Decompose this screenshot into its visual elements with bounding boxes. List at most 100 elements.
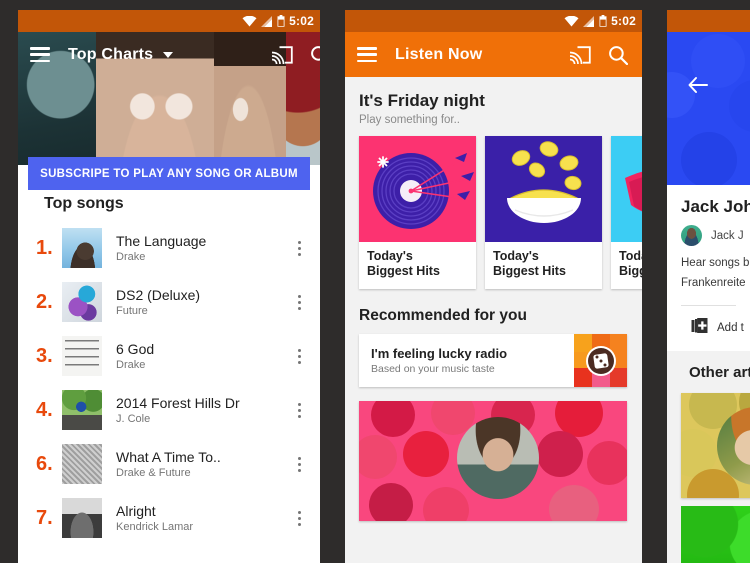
status-icons-1: 5:02: [242, 10, 314, 32]
add-to-library-icon: [691, 317, 708, 339]
featured-artist-card[interactable]: [359, 400, 627, 521]
overflow-menu-icon[interactable]: [290, 399, 308, 421]
arrow-back-icon[interactable]: [687, 74, 709, 96]
lucky-radio-subtitle: Based on your music taste: [371, 362, 495, 375]
cast-icon[interactable]: [270, 43, 294, 67]
artist-name: Jack Joh: [681, 197, 750, 216]
rank-label: 3.: [36, 344, 53, 367]
listen-now-header: It's Friday night Play something for..: [345, 77, 642, 126]
album-art: [62, 282, 102, 322]
search-icon[interactable]: [606, 43, 630, 67]
playlist-card[interactable]: Today's Biggest Hits: [485, 136, 602, 289]
rank-label: 1.: [36, 236, 53, 259]
overflow-menu-icon[interactable]: [290, 453, 308, 475]
hamburger-icon[interactable]: [30, 47, 50, 62]
clock-2: 5:02: [611, 14, 636, 28]
album-art: [62, 498, 102, 538]
album-art: [62, 228, 102, 268]
wifi-icon: [242, 15, 257, 27]
page-title: Top Charts: [68, 45, 154, 63]
song-title: 6 God: [116, 341, 155, 357]
card-label: Today's Biggest Hits: [367, 249, 440, 279]
rank-label: 2.: [36, 290, 53, 313]
vinyl-darts-artwork: [359, 136, 476, 242]
status-bar-3: [667, 10, 750, 32]
clock-1: 5:02: [289, 14, 314, 28]
subscribe-banner[interactable]: SUBSCRIPE TO PLAY ANY SONG OR ALBUM: [28, 157, 310, 190]
other-artist-card[interactable]: [681, 392, 750, 498]
playlist-card[interactable]: Today's Biggest Hits: [359, 136, 476, 289]
rank-label: 7.: [36, 506, 53, 529]
signal-icon: [583, 15, 595, 27]
other-artists-section: Other art: [667, 350, 750, 563]
song-artist: Drake & Future: [116, 467, 191, 479]
avatar: [681, 225, 702, 246]
listen-now-content: It's Friday night Play something for.. T…: [345, 77, 642, 563]
album-art: [62, 336, 102, 376]
toolbar-top-charts: Top Charts: [18, 32, 320, 77]
overflow-menu-icon[interactable]: [290, 291, 308, 313]
song-title: DS2 (Deluxe): [116, 287, 201, 303]
add-to-library-button[interactable]: Add t: [667, 306, 750, 351]
wifi-icon: [564, 15, 579, 27]
song-title: Alright: [116, 503, 156, 519]
phone-artist-detail: Jack Joh Jack J Hear songs b Frankenreit…: [667, 10, 750, 563]
playlist-card[interactable]: Today' Bigges: [611, 136, 642, 289]
table-row[interactable]: 3. 6 God Drake: [18, 329, 320, 383]
overflow-menu-icon[interactable]: [290, 507, 308, 529]
disco-ball-artwork: [611, 136, 642, 242]
artist-hero-banner: [667, 32, 750, 185]
overflow-menu-icon[interactable]: [290, 345, 308, 367]
toolbar-listen-now: Listen Now: [345, 32, 642, 77]
section-title-recommended: Recommended for you: [359, 306, 527, 324]
table-row[interactable]: 1. The Language Drake: [18, 221, 320, 275]
artist-description-line1: Hear songs b: [681, 257, 750, 269]
dice-icon: [574, 333, 627, 387]
lucky-radio-card[interactable]: I'm feeling lucky radio Based on your mu…: [359, 333, 627, 387]
headline: It's Friday night: [359, 91, 485, 110]
song-artist: Future: [116, 305, 148, 317]
overflow-menu-icon[interactable]: [290, 237, 308, 259]
table-row[interactable]: 6. What A Time To.. Drake & Future: [18, 437, 320, 491]
card-label: Today's Biggest Hits: [493, 249, 566, 279]
hamburger-icon[interactable]: [357, 47, 377, 62]
status-bar-2: 5:02: [345, 10, 642, 32]
subheadline: Play something for..: [359, 114, 460, 126]
playlist-card-row: Today's Biggest Hits Today's Biggest Hit…: [345, 126, 642, 289]
battery-icon: [277, 15, 285, 27]
status-icons-2: 5:02: [564, 10, 636, 32]
song-title: 2014 Forest Hills Dr: [116, 395, 240, 411]
song-title: The Language: [116, 233, 207, 249]
table-row[interactable]: 2. DS2 (Deluxe) Future: [18, 275, 320, 329]
song-artist: Kendrick Lamar: [116, 521, 194, 533]
artist-detail-content: Jack Joh Jack J Hear songs b Frankenreit…: [667, 185, 750, 563]
signal-icon: [261, 15, 273, 27]
card-label: Today' Bigges: [619, 249, 642, 279]
top-charts-content: SUBSCRIPE TO PLAY ANY SONG OR ALBUM Top …: [18, 157, 320, 563]
artist-description-line2: Frankenreite: [681, 276, 746, 289]
album-art: [62, 390, 102, 430]
search-icon[interactable]: [308, 43, 320, 67]
song-title: What A Time To..: [116, 449, 221, 465]
phone-listen-now: 5:02 Listen Now It's Friday night Play s…: [345, 10, 642, 563]
rank-label: 6.: [36, 452, 53, 475]
other-artist-card[interactable]: [681, 505, 750, 563]
song-artist: Drake: [116, 251, 146, 263]
album-art: [62, 444, 102, 484]
rank-label: 4.: [36, 398, 53, 421]
song-artist: Drake: [116, 359, 146, 371]
page-title: Listen Now: [395, 45, 483, 63]
caret-down-icon[interactable]: [163, 51, 174, 58]
screenshot-stage: 5:02 Top Charts SUBSCRIPE TO PLAY ANY SO…: [0, 0, 750, 563]
artist-byline: Jack J: [711, 229, 744, 242]
cast-icon[interactable]: [568, 43, 592, 67]
table-row[interactable]: 7. Alright Kendrick Lamar: [18, 491, 320, 545]
song-artist: J. Cole: [116, 413, 151, 425]
battery-icon: [599, 15, 607, 27]
section-title-other-artists: Other art: [689, 363, 750, 381]
table-row[interactable]: 4. 2014 Forest Hills Dr J. Cole: [18, 383, 320, 437]
phone-top-charts: 5:02 Top Charts SUBSCRIPE TO PLAY ANY SO…: [18, 10, 320, 563]
lucky-radio-title: I'm feeling lucky radio: [371, 345, 508, 361]
chips-bowl-artwork: [485, 136, 602, 242]
artist-byline-row: Jack J: [667, 217, 750, 246]
